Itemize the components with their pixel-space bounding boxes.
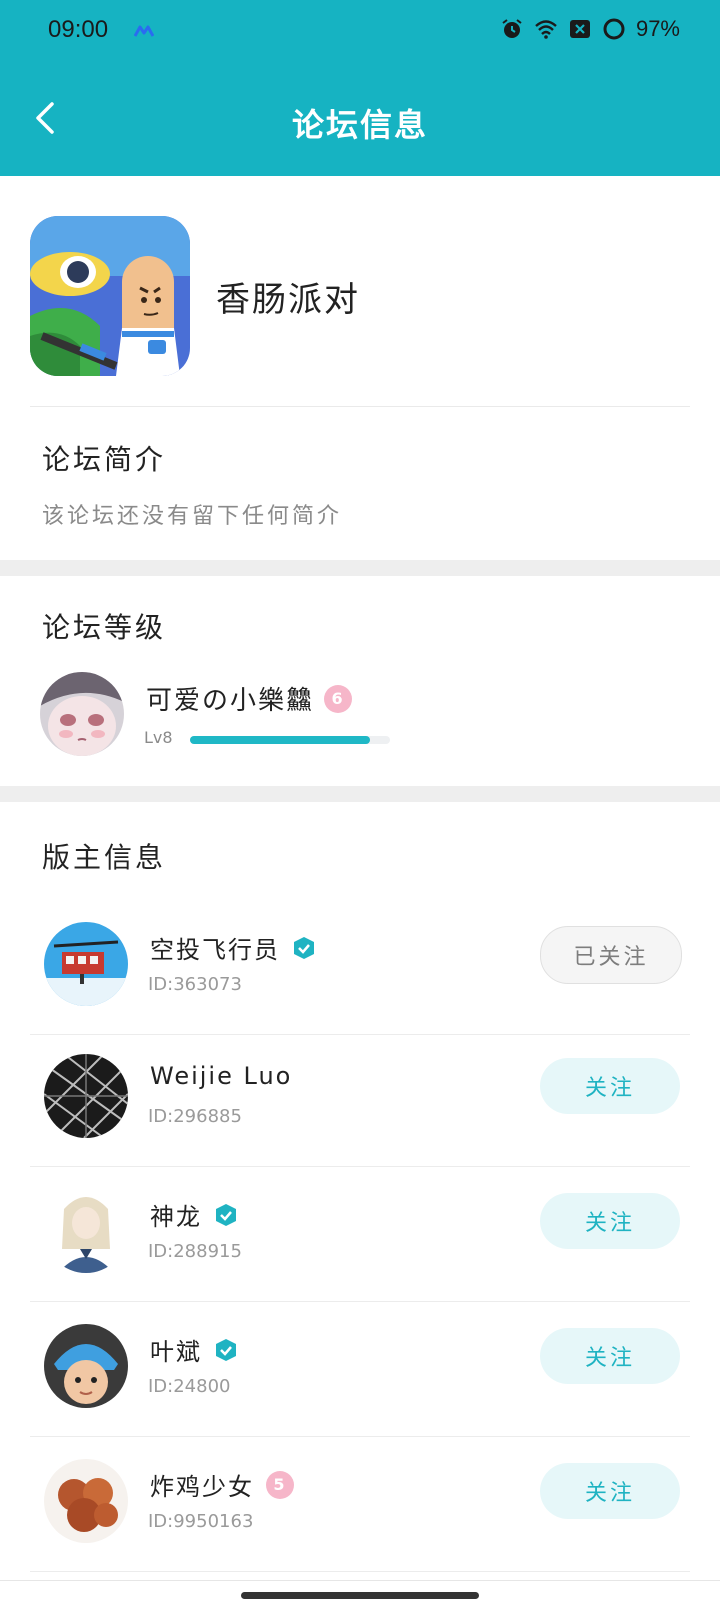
moderator-avatar-icon (44, 1324, 128, 1408)
home-indicator[interactable] (241, 1592, 479, 1599)
clock: 09:00 (48, 16, 109, 43)
wifi-icon (535, 20, 557, 39)
moderator-row[interactable]: 神龙 ID:288915 关注 (0, 1167, 720, 1302)
battery-icon (603, 18, 625, 40)
moderator-avatar-icon (44, 1054, 128, 1138)
verified-icon (216, 1338, 236, 1361)
avatar[interactable] (40, 672, 124, 756)
level-progress-bar (190, 736, 390, 744)
moderator-id: ID:296885 (148, 1106, 242, 1127)
verified-icon (294, 936, 314, 959)
follow-button[interactable]: 关注 (540, 1193, 680, 1249)
follow-button[interactable]: 关注 (540, 1328, 680, 1384)
avatar[interactable] (44, 1324, 128, 1408)
moderator-avatar-icon (44, 1459, 128, 1543)
forum-name: 香肠派对 (216, 280, 360, 320)
intro-text: 该论坛还没有留下任何简介 (42, 504, 343, 529)
moderator-id: ID:9950163 (148, 1511, 254, 1532)
section-gap (0, 560, 720, 576)
moderator-id: ID:24800 (148, 1376, 231, 1397)
moderator-name: 叶斌 (150, 1338, 202, 1366)
avatar[interactable] (44, 1189, 128, 1273)
forum-header: 香肠派对 (0, 176, 720, 408)
moderator-row[interactable]: Weijie Luo ID:296885 关注 (0, 1032, 720, 1167)
moderator-name: 空投飞行员 (150, 936, 280, 964)
moderator-name: Weijie Luo (150, 1062, 293, 1090)
moderator-name: 炸鸡少女 (150, 1473, 254, 1501)
status-icons: 97% (500, 16, 680, 42)
avatar[interactable] (44, 922, 128, 1006)
level-user-name: 可爱の小樂䲜 (146, 686, 315, 716)
moderator-id: ID:288915 (148, 1241, 242, 1262)
game-icon (30, 216, 190, 376)
moderator-name-line: 叶斌 (150, 1332, 238, 1367)
intro-heading: 论坛简介 (42, 443, 167, 476)
no-sim-icon (569, 20, 590, 38)
status-bar: 09:00 97% (0, 0, 720, 64)
divider (30, 406, 690, 407)
alarm-icon (502, 19, 522, 38)
level-user[interactable]: 可爱の小樂䲜 6 (146, 680, 353, 717)
moderator-name-line: 神龙 (150, 1197, 238, 1232)
level-heading: 论坛等级 (42, 611, 167, 644)
verified-icon (216, 1203, 236, 1226)
page-title: 论坛信息 (291, 106, 428, 144)
moderator-row[interactable]: 叶斌 ID:24800 关注 (0, 1302, 720, 1437)
moderator-row[interactable]: 炸鸡少女 5 ID:9950163 关注 (0, 1437, 720, 1572)
moderator-id: ID:363073 (148, 974, 242, 995)
moderator-avatar-icon (44, 1189, 128, 1273)
moderator-avatar-icon (44, 922, 128, 1006)
nav-bar: 论坛信息 (0, 80, 720, 160)
moderator-name-line: Weijie Luo (150, 1062, 292, 1090)
divider (0, 1580, 720, 1581)
avatar[interactable] (44, 1054, 128, 1138)
followed-button[interactable]: 已关注 (540, 926, 682, 984)
moderator-row[interactable]: 空投飞行员 ID:363073 已关注 (0, 900, 720, 1035)
header: 09:00 97% 论坛信息 (0, 0, 720, 176)
section-gap (0, 786, 720, 802)
level-tag: Lv8 (144, 728, 173, 747)
moderator-name: 神龙 (150, 1203, 202, 1231)
game-artwork-icon (30, 216, 190, 376)
level-progress-fill (190, 736, 370, 744)
network-icon (134, 25, 154, 37)
moderator-name-line: 空投飞行员 (150, 930, 316, 965)
avatar[interactable] (44, 1459, 128, 1543)
user-avatar-icon (40, 672, 124, 756)
follow-button[interactable]: 关注 (540, 1058, 680, 1114)
user-level-badge: 5 (266, 1470, 294, 1499)
moderator-name-line: 炸鸡少女 5 (150, 1467, 294, 1502)
moderators-heading: 版主信息 (42, 841, 167, 874)
level-badge: 6 (324, 684, 353, 713)
follow-button[interactable]: 关注 (540, 1463, 680, 1519)
divider (30, 1571, 690, 1572)
battery-level: 97% (635, 16, 680, 41)
